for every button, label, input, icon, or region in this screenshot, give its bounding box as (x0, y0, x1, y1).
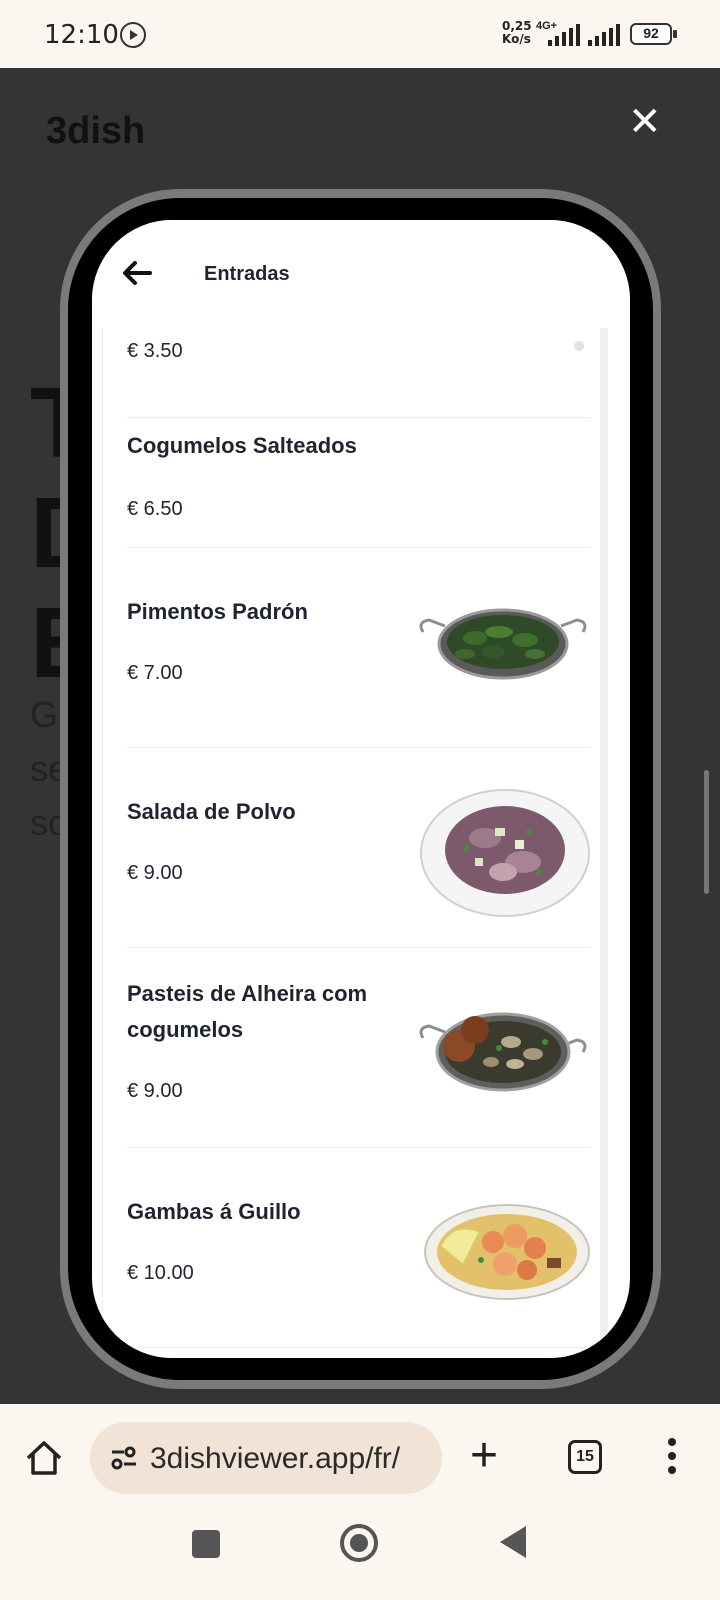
dish-price: € 7.00 (127, 662, 183, 684)
dish-item[interactable]: Cogumelos Salteados € 6.50 (127, 418, 591, 548)
site-logo: 3dish (46, 110, 146, 152)
dish-image (419, 608, 587, 680)
hero-text-fragment: G (30, 694, 59, 735)
url-bar[interactable]: 3dishviewer.app/fr/ (90, 1422, 442, 1494)
dish-item[interactable]: Pasteis de Alheira com cogumelos € 9.00 (127, 948, 591, 1148)
dish-price: € 6.50 (127, 498, 183, 520)
signal-icon-2 (588, 24, 620, 46)
dish-item[interactable]: € 3.50 (127, 328, 591, 418)
dish-name: Salada de Polvo (127, 799, 296, 824)
dish-price: € 9.00 (127, 862, 183, 884)
category-title: Entradas (204, 263, 290, 285)
battery-icon: 92 (630, 23, 677, 45)
dish-image (574, 341, 584, 351)
home-icon[interactable] (24, 1438, 64, 1478)
dish-image (424, 1204, 590, 1300)
tab-switcher-button[interactable]: 15 (568, 1440, 602, 1474)
back-nav-button[interactable] (500, 1526, 526, 1558)
dish-item[interactable]: Pimentos Padrón € 7.00 (127, 548, 591, 748)
page-scrollbar[interactable] (704, 770, 709, 894)
dish-image (419, 1012, 587, 1092)
dish-name: Pimentos Padrón (127, 599, 308, 624)
home-nav-button[interactable] (340, 1524, 378, 1562)
dish-name: Pasteis de Alheira com cogumelos (127, 981, 368, 1042)
back-arrow-icon[interactable] (120, 256, 154, 290)
recents-button[interactable] (192, 1530, 220, 1558)
browser-toolbar: 3dishviewer.app/fr/ + 15 (0, 1404, 720, 1504)
new-tab-button[interactable]: + (470, 1432, 498, 1480)
url-text[interactable]: 3dishviewer.app/fr/ (150, 1442, 400, 1476)
menu-header: Entradas (92, 220, 630, 328)
signal-icon (548, 24, 580, 46)
dish-name: Cogumelos Salteados (127, 433, 357, 458)
dish-item[interactable]: Salada de Polvo € 9.00 (127, 748, 591, 948)
dish-image (420, 789, 590, 917)
close-icon[interactable]: ✕ (628, 102, 662, 142)
dish-list[interactable]: € 3.50 Cogumelos Salteados € 6.50 Piment… (102, 328, 608, 1358)
dish-item[interactable]: Gambas á Guillo € 10.00 (127, 1148, 591, 1348)
more-menu-icon[interactable] (668, 1438, 678, 1478)
dish-name: Gambas á Guillo (127, 1199, 301, 1224)
system-nav-bar (0, 1504, 720, 1600)
phone-screen: Entradas € 3.50 Cogumelos Salteados € 6.… (92, 220, 630, 1358)
dish-price: € 9.00 (127, 1080, 183, 1102)
status-time: 12:10 (44, 20, 119, 50)
status-bar: 12:10 0,25 Ko/s 4G+ 92 (0, 0, 720, 68)
site-settings-icon[interactable] (110, 1444, 138, 1472)
dish-price: € 10.00 (127, 1262, 194, 1284)
dish-price: € 3.50 (127, 340, 183, 362)
network-rate: 0,25 Ko/s (502, 19, 532, 46)
media-icon (120, 22, 146, 48)
